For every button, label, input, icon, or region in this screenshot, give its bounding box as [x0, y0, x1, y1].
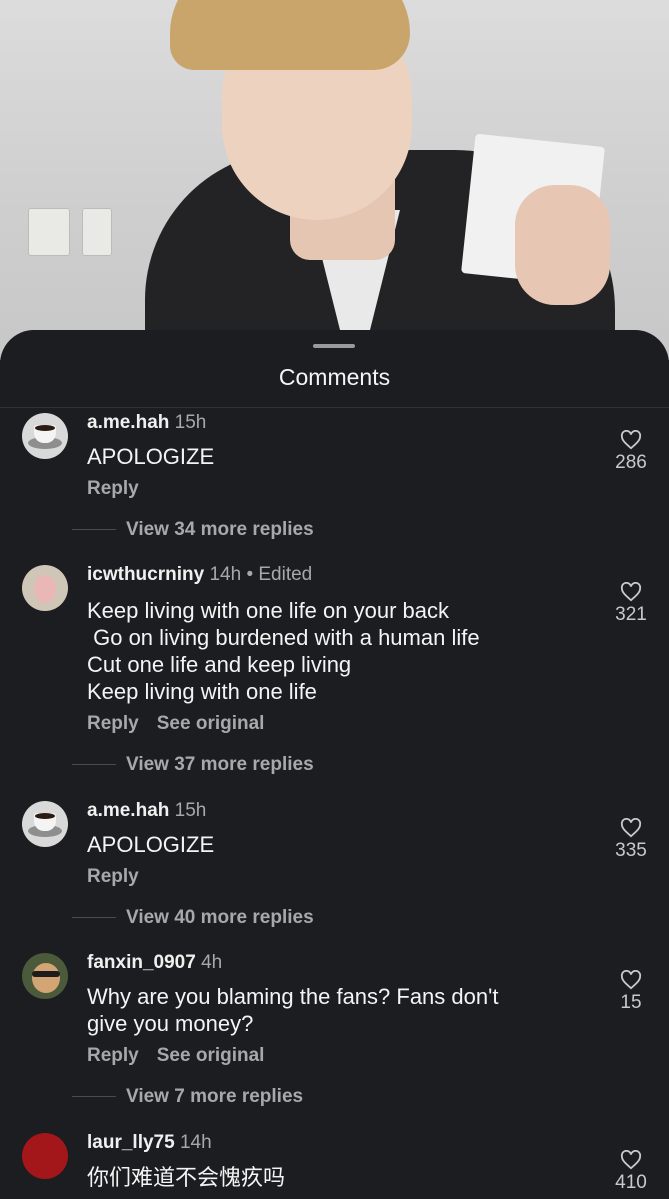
like-count: 286 — [615, 452, 647, 473]
view-replies-button[interactable]: View 34 more replies — [72, 519, 314, 541]
like-count: 335 — [615, 840, 647, 861]
comment-username[interactable]: laur_lly75 14h — [87, 1132, 212, 1154]
avatar[interactable] — [22, 801, 68, 847]
comment-text: APOLOGIZE — [87, 832, 215, 857]
like-button[interactable]: 286 — [604, 430, 658, 474]
comment-text: 你们难道不会愧疚吗 — [87, 1165, 286, 1190]
divider — [0, 407, 669, 408]
see-original-button[interactable]: See original — [157, 713, 265, 734]
comment-time: 15h — [174, 800, 207, 821]
wall-switch — [82, 208, 112, 256]
comment-text: APOLOGIZE — [87, 444, 215, 469]
sheet-grabber[interactable] — [313, 344, 355, 348]
wall-switch — [28, 208, 70, 256]
avatar[interactable] — [22, 1133, 68, 1179]
comment-time: 4h — [201, 952, 223, 973]
person-hair — [170, 0, 410, 70]
like-button[interactable]: 335 — [604, 818, 658, 862]
see-original-button[interactable]: See original — [157, 1045, 265, 1066]
pink-figure-icon — [34, 575, 56, 603]
comment-text-line: Keep living with one life — [87, 679, 317, 704]
reply-button[interactable]: Reply — [87, 713, 139, 734]
like-button[interactable]: 410 — [604, 1150, 658, 1194]
comment-time: 15h — [174, 412, 207, 433]
comment-username[interactable]: a.me.hah 15h — [87, 800, 206, 822]
comment-username[interactable]: fanxin_0907 4h — [87, 952, 222, 974]
avatar[interactable] — [22, 413, 68, 459]
person-hand — [515, 185, 610, 305]
heart-icon — [620, 818, 642, 838]
sheet-title: Comments — [278, 364, 391, 390]
heart-icon — [620, 582, 642, 602]
like-count: 321 — [615, 604, 647, 625]
comment-time: 14h • Edited — [209, 564, 313, 585]
comments-sheet: Comments a.me.hah 15h APOLOGIZE Reply 28… — [0, 330, 669, 1199]
video-background — [0, 0, 669, 360]
comment-text-line: Go on living burdened with a human life — [87, 625, 480, 650]
like-button[interactable]: 321 — [604, 582, 658, 626]
comment-text-line: Cut one life and keep living — [87, 652, 352, 677]
view-replies-button[interactable]: View 37 more replies — [72, 754, 314, 776]
bottom-edge — [0, 1190, 669, 1199]
like-button[interactable]: 15 — [604, 970, 658, 1014]
comment-text-line: give you money? — [87, 1011, 254, 1036]
heart-icon — [620, 430, 642, 450]
comment-username[interactable]: a.me.hah 15h — [87, 412, 206, 434]
glasses-face-icon — [32, 963, 60, 993]
comment-username[interactable]: icwthucrniny 14h • Edited — [87, 564, 312, 586]
view-replies-button[interactable]: View 40 more replies — [72, 907, 314, 929]
comment-text-line: Keep living with one life on your back — [87, 598, 449, 623]
comment-text-line: Why are you blaming the fans? Fans don't — [87, 984, 499, 1009]
reply-button[interactable]: Reply — [87, 1045, 139, 1066]
reply-button[interactable]: Reply — [87, 478, 139, 499]
heart-icon — [620, 970, 642, 990]
like-count: 15 — [620, 992, 642, 1013]
reply-button[interactable]: Reply — [87, 866, 139, 887]
avatar[interactable] — [22, 953, 68, 999]
comment-time: 14h — [179, 1132, 212, 1153]
avatar[interactable] — [22, 565, 68, 611]
view-replies-button[interactable]: View 7 more replies — [72, 1086, 303, 1108]
heart-icon — [620, 1150, 642, 1170]
